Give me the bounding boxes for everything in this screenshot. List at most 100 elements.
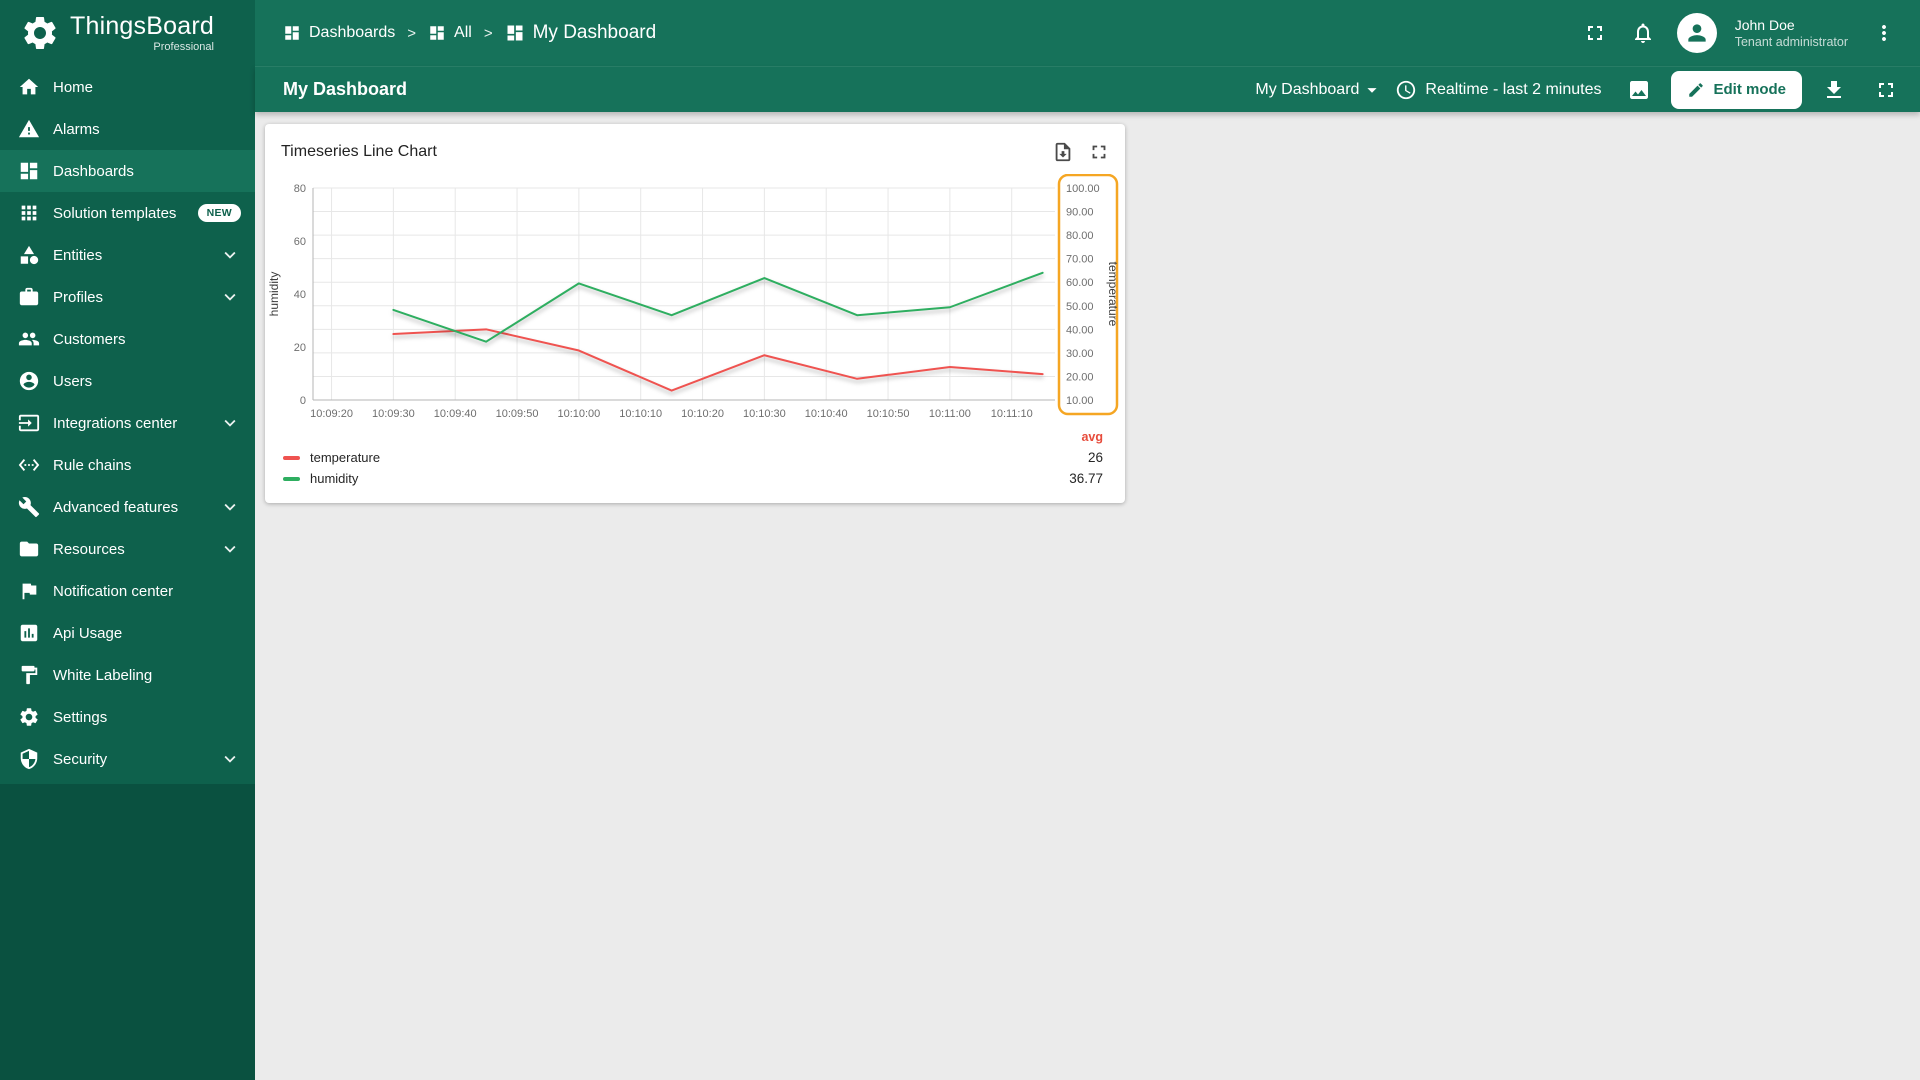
sidebar-item-label: Integrations center: [53, 414, 178, 432]
svg-text:10.00: 10.00: [1066, 395, 1094, 407]
dashboard-image-button[interactable]: [1619, 70, 1659, 110]
sidebar: ThingsBoard Professional Home Alarms Das…: [0, 0, 255, 1080]
user-menu[interactable]: John Doe Tenant administrator: [1735, 16, 1848, 50]
sidebar-item-label: Alarms: [53, 120, 100, 138]
sidebar-item-customers[interactable]: Customers: [0, 318, 255, 360]
timeseries-widget[interactable]: Timeseries Line Chart 0 20 40 60 80 10:09:20 1…: [265, 124, 1125, 503]
sidebar-item-dashboards[interactable]: Dashboards: [0, 150, 255, 192]
sidebar-item-security[interactable]: Security: [0, 738, 255, 780]
dashboard-toolbar-actions: My Dashboard Realtime - last 2 minutes E…: [1255, 70, 1906, 110]
timeseries-chart[interactable]: 0 20 40 60 80 10:09:20 10:09:30 10:09:40 10:09:5…: [265, 174, 1125, 426]
chevron-down-icon: [219, 496, 241, 518]
chevron-down-icon: [219, 244, 241, 266]
temperature-swatch: [283, 455, 300, 460]
notifications-bell-icon[interactable]: [1623, 13, 1663, 53]
svg-text:10:10:20: 10:10:20: [681, 408, 724, 420]
avatar[interactable]: [1676, 13, 1717, 53]
people-icon: [18, 328, 40, 350]
dashboards-icon: [18, 160, 40, 182]
breadcrumb-all[interactable]: All: [428, 24, 472, 42]
sidebar-item-label: Home: [53, 78, 94, 96]
svg-text:60.00: 60.00: [1066, 277, 1094, 289]
sidebar-item-entities[interactable]: Entities: [0, 234, 255, 276]
dashboards-icon: [428, 24, 446, 42]
brand-name: ThingsBoard: [70, 11, 214, 40]
legend-item-temperature[interactable]: temperature: [283, 447, 380, 468]
sidebar-item-home[interactable]: Home: [0, 66, 255, 108]
topbar: Dashboards > All > My Dashboard John Doe…: [255, 0, 1920, 66]
svg-text:10:10:00: 10:10:00: [557, 408, 600, 420]
sidebar-item-label: Rule chains: [53, 456, 132, 474]
sidebar-item-profiles[interactable]: Profiles: [0, 276, 255, 318]
dashboard-state-select[interactable]: My Dashboard: [1255, 79, 1383, 101]
right-axis-highlighted[interactable]: 10.00 20.00 30.00 40.00 50.00 60.00 70.00 80.00…: [1057, 174, 1120, 416]
fullscreen-button[interactable]: [1575, 13, 1615, 53]
sidebar-item-api-usage[interactable]: Api Usage: [0, 612, 255, 654]
sidebar-item-label: Users: [53, 372, 93, 390]
sidebar-item-white-labeling[interactable]: White Labeling: [0, 654, 255, 696]
brand-block: ThingsBoard Professional: [70, 11, 214, 53]
svg-text:50.00: 50.00: [1066, 301, 1094, 313]
sidebar-item-advanced-features[interactable]: Advanced features: [0, 486, 255, 528]
breadcrumb-dashboards[interactable]: Dashboards: [283, 24, 395, 42]
dashboard-canvas: Timeseries Line Chart 0 20 40 60 80 10:09:20 1…: [255, 112, 1920, 1080]
apps-icon: [18, 202, 40, 224]
gear-icon: [18, 706, 40, 728]
svg-text:20: 20: [294, 342, 306, 354]
sidebar-item-resources[interactable]: Resources: [0, 528, 255, 570]
sidebar-item-label: Notification center: [53, 582, 174, 600]
breadcrumb-my-dashboard[interactable]: My Dashboard: [505, 22, 657, 44]
legend-label: humidity: [310, 471, 359, 486]
widget-fullscreen-icon[interactable]: [1083, 136, 1115, 168]
sidebar-item-integrations-center[interactable]: Integrations center: [0, 402, 255, 444]
timewindow-button[interactable]: Realtime - last 2 minutes: [1395, 79, 1601, 101]
svg-text:40: 40: [294, 289, 306, 301]
legend-item-humidity[interactable]: humidity: [283, 468, 380, 489]
sidebar-item-rule-chains[interactable]: Rule chains: [0, 444, 255, 486]
breadcrumb: Dashboards > All > My Dashboard: [283, 22, 656, 44]
user-name: John Doe: [1734, 16, 1795, 33]
chevron-down-icon: [219, 748, 241, 770]
main-area: Dashboards > All > My Dashboard John Doe…: [255, 0, 1920, 1080]
sidebar-item-label: Resources: [53, 540, 125, 558]
user-role: Tenant administrator: [1734, 34, 1848, 49]
pencil-icon: [1689, 82, 1704, 97]
shield-icon: [18, 748, 40, 770]
humidity-swatch: [283, 476, 300, 481]
caret-down-icon: [1367, 87, 1378, 93]
legend-avg-humidity: 36.77: [1069, 471, 1103, 486]
edit-mode-button[interactable]: Edit mode: [1671, 70, 1802, 109]
legend-spacer: [283, 426, 380, 447]
sidebar-item-notification-center[interactable]: Notification center: [0, 570, 255, 612]
chevron-down-icon: [219, 286, 241, 308]
thingsboard-logo-icon: [20, 13, 60, 53]
svg-text:90.00: 90.00: [1066, 207, 1094, 219]
download-button[interactable]: [1814, 70, 1854, 110]
svg-text:80: 80: [294, 183, 306, 195]
sidebar-menu: Home Alarms Dashboards Solution template…: [0, 66, 255, 784]
sidebar-item-label: White Labeling: [53, 666, 153, 684]
more-vert-icon[interactable]: [1864, 13, 1904, 53]
widget-actions: [1047, 136, 1115, 168]
chevron-down-icon: [219, 412, 241, 434]
breadcrumb-label: My Dashboard: [532, 22, 657, 43]
fullscreen-dashboard-button[interactable]: [1866, 70, 1906, 110]
sidebar-item-alarms[interactable]: Alarms: [0, 108, 255, 150]
home-icon: [18, 76, 40, 98]
sidebar-item-settings[interactable]: Settings: [0, 696, 255, 738]
chart-legend: temperature humidity avg 26 36.77: [265, 426, 1125, 503]
sidebar-item-solution-templates[interactable]: Solution templates NEW: [0, 192, 255, 234]
export-file-icon[interactable]: [1047, 136, 1079, 168]
svg-text:10:10:50: 10:10:50: [867, 408, 910, 420]
sidebar-item-users[interactable]: Users: [0, 360, 255, 402]
svg-text:60: 60: [294, 236, 306, 248]
widget-title: Timeseries Line Chart: [281, 143, 437, 160]
app-logo[interactable]: ThingsBoard Professional: [0, 0, 255, 66]
sidebar-item-label: Profiles: [53, 288, 104, 306]
briefcase-icon: [18, 286, 40, 308]
breadcrumb-label: Dashboards: [309, 24, 396, 41]
dashboards-icon: [505, 23, 525, 43]
legend-avg-header[interactable]: avg: [1069, 426, 1103, 447]
right-axis-label: temperature: [1106, 262, 1120, 327]
svg-text:10:11:10: 10:11:10: [991, 408, 1033, 420]
